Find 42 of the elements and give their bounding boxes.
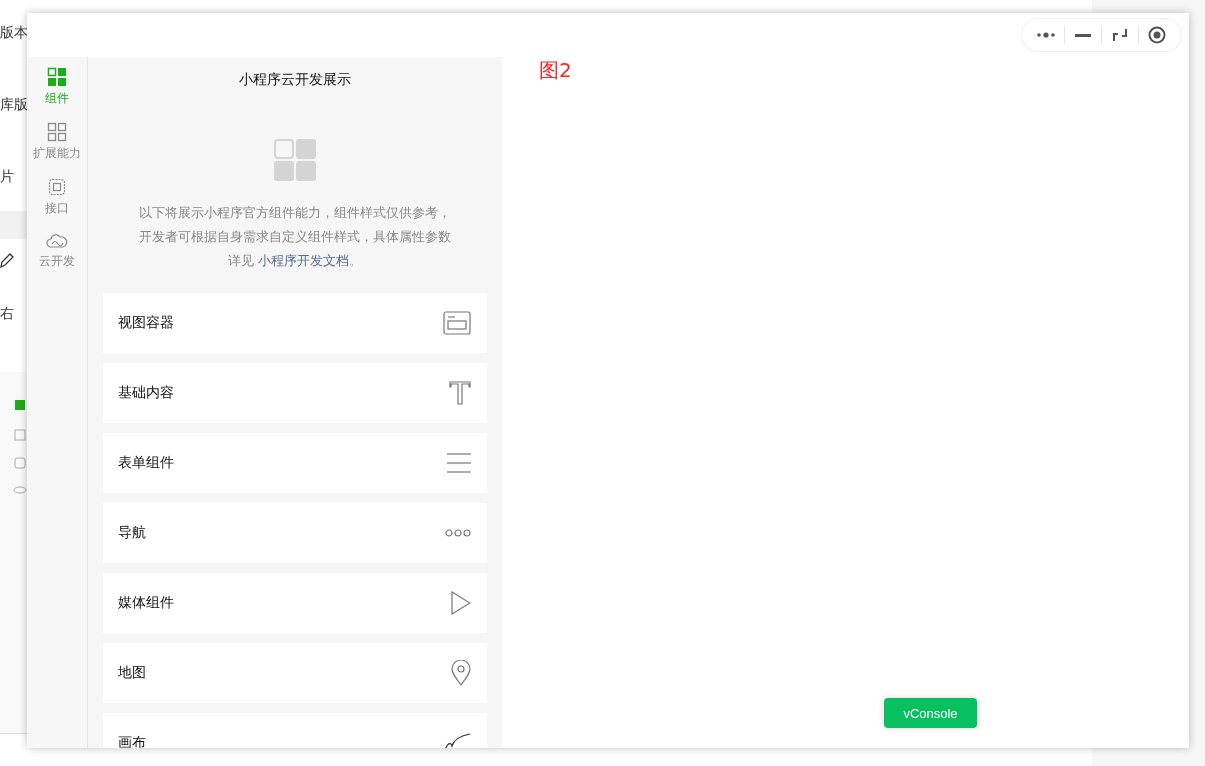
category-item[interactable]: 视图容器 <box>103 293 487 353</box>
more-icon <box>445 529 471 537</box>
text-icon <box>449 381 471 405</box>
category-item[interactable]: 基础内容 <box>103 363 487 423</box>
resize-icon <box>1113 28 1127 42</box>
curve-icon <box>443 732 471 748</box>
category-label: 导航 <box>118 524 146 542</box>
minimize-icon <box>1075 33 1091 37</box>
page-title: 小程序云开发展示 <box>239 71 351 89</box>
window-icon <box>443 311 471 335</box>
category-label: 表单组件 <box>118 454 174 472</box>
location-pin-icon <box>451 660 471 686</box>
side-tab[interactable]: 云开发 <box>39 232 75 270</box>
page-text: 片 <box>0 168 14 186</box>
category-item[interactable]: 导航 <box>103 503 487 563</box>
grid-icon <box>47 122 67 142</box>
cloud-icon <box>46 232 68 250</box>
side-tab[interactable]: 扩展能力 <box>33 122 81 162</box>
play-icon <box>451 591 471 615</box>
category-item[interactable]: 媒体组件 <box>103 573 487 633</box>
category-label: 媒体组件 <box>118 594 174 612</box>
page-text: 库版 <box>0 96 28 114</box>
category-item[interactable]: 地图 <box>103 643 487 703</box>
page-text: 版本 <box>0 24 28 42</box>
chip-icon <box>47 177 67 197</box>
category-label: 画布 <box>118 734 146 748</box>
pencil-icon <box>0 252 14 268</box>
intro-text: 以下将展示小程序官方组件能力，组件样式仅供参考，开发者可根据自身需求自定义组件样式，具体属性参数详见 小程序开发文档。 <box>138 204 452 270</box>
category-item[interactable]: 画布 <box>103 713 487 748</box>
figure-label: 图2 <box>539 57 572 84</box>
more-icon <box>1037 32 1055 38</box>
target-icon <box>1148 26 1166 44</box>
docs-link[interactable]: 小程序开发文档 <box>258 253 349 268</box>
category-label: 视图容器 <box>118 314 174 332</box>
page-text: 右 <box>0 305 14 323</box>
category-item[interactable]: 表单组件 <box>103 433 487 493</box>
category-label: 基础内容 <box>118 384 174 402</box>
category-label: 地图 <box>118 664 146 682</box>
grid-icon <box>47 67 67 87</box>
menu-icon <box>447 453 471 473</box>
side-tab[interactable]: 接口 <box>45 177 69 217</box>
component-logo-icon <box>274 139 316 181</box>
